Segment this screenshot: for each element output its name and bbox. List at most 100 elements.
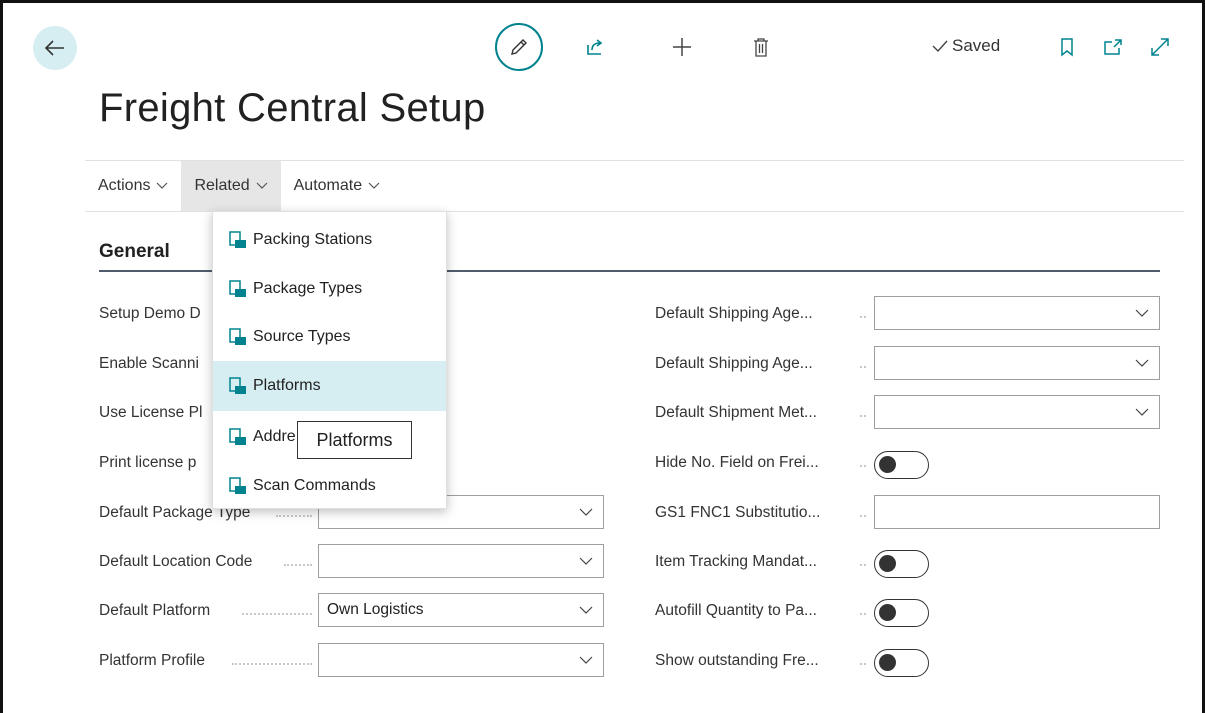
chevron-down-icon — [1135, 309, 1149, 317]
menu-item-package-types[interactable]: Package Types — [213, 265, 446, 313]
related-menu-button[interactable]: Related — [181, 161, 281, 211]
field-label-setup-demo: Setup Demo D — [99, 305, 201, 322]
field-leader-dots — [860, 415, 866, 417]
field-label-default-platform: Default Platform — [99, 602, 211, 619]
related-page-icon — [229, 231, 246, 248]
chevron-down-icon — [579, 606, 593, 614]
hide-no-field-toggle[interactable] — [874, 451, 929, 479]
saved-label: Saved — [952, 36, 1001, 55]
field-leader-dots — [276, 515, 312, 517]
open-new-window-button[interactable] — [1099, 33, 1127, 61]
field-label-platform-profile: Platform Profile — [99, 652, 205, 669]
field-leader-dots — [860, 366, 866, 368]
related-page-icon — [229, 280, 246, 297]
tooltip: Platforms — [297, 421, 412, 459]
menu-item-label: Source Types — [253, 328, 351, 345]
menu-item-label: Platforms — [253, 377, 321, 394]
related-label: Related — [194, 177, 250, 194]
menu-item-source-types[interactable]: Source Types — [213, 313, 446, 361]
field-label-use-license-plate: Use License Pl — [99, 404, 203, 421]
share-button[interactable] — [581, 33, 609, 61]
arrow-left-icon — [45, 40, 64, 56]
section-title-general[interactable]: General — [99, 241, 170, 263]
field-label-enable-scanning: Enable Scanni — [99, 355, 199, 372]
field-label-default-shipping-agent-service: Default Shipping Age... — [655, 355, 813, 372]
bookmark-icon — [1061, 38, 1073, 57]
field-label-item-tracking: Item Tracking Mandat... — [655, 553, 817, 570]
bookmark-button[interactable] — [1053, 33, 1081, 61]
field-label-default-shipment-method: Default Shipment Met... — [655, 404, 817, 421]
related-page-icon — [229, 328, 246, 345]
field-label-gs1-fnc1: GS1 FNC1 Substitutio... — [655, 504, 821, 521]
related-page-icon — [229, 428, 246, 445]
menu-item-packing-stations[interactable]: Packing Stations — [213, 216, 446, 264]
related-page-icon — [229, 377, 246, 394]
menu-item-label: Package Types — [253, 280, 363, 297]
chevron-down-icon — [368, 182, 380, 189]
open-in-new-window-icon — [1104, 39, 1122, 55]
checkmark-icon — [932, 40, 948, 53]
autofill-quantity-toggle[interactable] — [874, 599, 929, 627]
plus-icon — [673, 38, 691, 56]
item-tracking-mandatory-toggle[interactable] — [874, 550, 929, 578]
page-title: Freight Central Setup — [99, 86, 486, 130]
field-leader-dots — [860, 316, 866, 318]
field-label-default-location-code: Default Location Code — [99, 553, 253, 570]
expand-icon — [1151, 38, 1169, 56]
field-label-default-shipping-agent: Default Shipping Age... — [655, 305, 813, 322]
chevron-down-icon — [579, 557, 593, 565]
show-outstanding-toggle[interactable] — [874, 649, 929, 677]
menu-item-label: Packing Stations — [253, 231, 373, 248]
toggle-knob — [879, 654, 896, 671]
default-shipping-agent-service-select[interactable] — [874, 346, 1160, 380]
chevron-down-icon — [256, 182, 268, 189]
default-location-code-select[interactable] — [318, 544, 604, 578]
toggle-knob — [879, 555, 896, 572]
default-shipping-agent-select[interactable] — [874, 296, 1160, 330]
platform-profile-select[interactable] — [318, 643, 604, 677]
chevron-down-icon — [1135, 359, 1149, 367]
actions-menu-button[interactable]: Actions — [85, 161, 181, 211]
field-leader-dots — [860, 613, 866, 615]
saved-status: Saved — [932, 36, 1000, 56]
toggle-knob — [879, 604, 896, 621]
trash-icon — [754, 38, 768, 57]
menu-item-scan-commands[interactable]: Scan Commands — [213, 462, 446, 510]
related-dropdown-menu: Packing Stations Package Types Source Ty… — [212, 211, 447, 509]
chevron-down-icon — [579, 656, 593, 664]
expand-button[interactable] — [1146, 33, 1174, 61]
field-leader-dots — [242, 613, 312, 615]
share-icon — [587, 39, 603, 55]
menu-item-label: Scan Commands — [253, 477, 376, 494]
automate-label: Automate — [293, 177, 363, 194]
menu-item-label: Addre — [253, 428, 296, 445]
chevron-down-icon — [157, 182, 168, 189]
new-button[interactable] — [668, 33, 696, 61]
delete-button[interactable] — [747, 33, 775, 61]
edit-button[interactable] — [495, 23, 543, 71]
field-label-print-license: Print license p — [99, 454, 197, 471]
back-button[interactable] — [33, 26, 77, 70]
field-leader-dots — [284, 564, 312, 566]
default-shipment-method-select[interactable] — [874, 395, 1160, 429]
default-platform-select[interactable]: Own Logistics — [318, 593, 604, 627]
field-label-autofill-quantity: Autofill Quantity to Pa... — [655, 602, 817, 619]
gs1-fnc1-substitution-input[interactable] — [874, 495, 1160, 529]
field-leader-dots — [860, 564, 866, 566]
field-leader-dots — [232, 663, 312, 665]
field-label-show-outstanding: Show outstanding Fre... — [655, 652, 819, 669]
toggle-knob — [879, 456, 896, 473]
action-bar: Actions Related Automate — [85, 161, 393, 211]
field-leader-dots — [860, 663, 866, 665]
select-value: Own Logistics — [327, 601, 424, 618]
automate-menu-button[interactable]: Automate — [281, 161, 393, 211]
chevron-down-icon — [1135, 408, 1149, 416]
field-label-hide-no-field: Hide No. Field on Frei... — [655, 454, 819, 471]
field-leader-dots — [860, 465, 866, 467]
related-page-icon — [229, 477, 246, 494]
actions-label: Actions — [98, 177, 151, 194]
field-leader-dots — [860, 515, 866, 517]
pencil-icon — [511, 39, 527, 55]
chevron-down-icon — [579, 508, 593, 516]
menu-item-platforms[interactable]: Platforms — [213, 361, 446, 411]
